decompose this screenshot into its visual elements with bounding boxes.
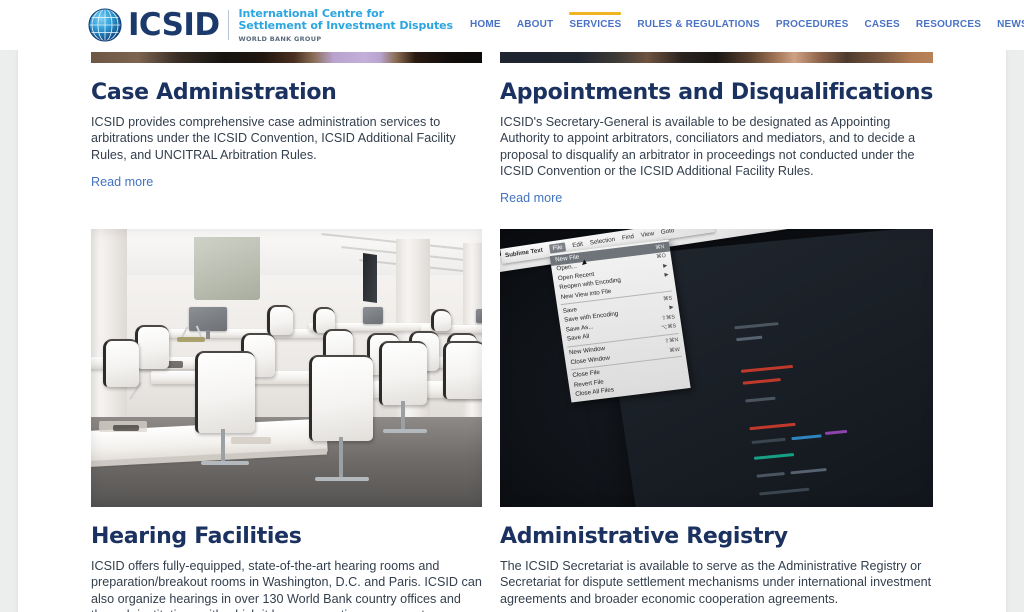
logo-divider [228,10,230,40]
globe-icon [85,5,125,45]
wall-display [363,253,377,304]
tagline-worldbank: WORLD BANK GROUP [238,34,322,43]
card-description: ICSID's Secretary-General is available t… [499,115,916,178]
card-description: ICSID provides comprehensive case admini… [91,115,456,162]
tagline-line-2: Settlement of Investment Disputes [238,19,453,32]
menubar-item-view[interactable]: View [640,230,654,239]
page-root: ICSID International Centre for Settlemen… [0,0,1024,612]
logo-tagline: International Centre for Settlement of I… [238,5,453,45]
nav-item-cases[interactable]: CASES [856,0,907,50]
nav-item-about[interactable]: ABOUT [509,0,562,50]
menubar-item-selection[interactable]: Selection [589,236,615,247]
card-title: Administrative Registry [499,524,788,550]
nav-item-services[interactable]: SERVICES [561,0,629,50]
editor-code-area [726,292,933,508]
nav-item-news-events[interactable]: NEWS & EVENTS [989,0,1024,50]
card-title: Hearing Facilities [91,524,302,550]
card-image-strip [499,52,933,63]
logo-wordmark: ICSID [128,7,220,43]
code-editor-photo[interactable]: Sublime Text File Edit Selection Find Vi… [499,229,933,508]
nav-item-rules-regulations[interactable]: RULES & REGULATIONS [629,0,768,50]
menubar-app-name: Sublime Text [504,246,544,260]
read-more-link[interactable]: Read more [91,174,153,190]
service-card-administrative-registry: Sublime Text File Edit Selection Find Vi… [499,229,933,612]
projection-screen [194,237,260,301]
nav-item-procedures[interactable]: PROCEDURES [768,0,857,50]
read-more-link[interactable]: Read more [500,190,562,206]
card-description: The ICSID Secretariat is available to se… [499,559,932,606]
card-title: Case Administration [91,80,337,105]
file-menu-dropdown: New File ⌘N Open... ⌘O Open Recent ▶ Reo… [549,239,691,403]
menubar-item-edit[interactable]: Edit [572,241,584,250]
menubar-item-find[interactable]: Find [621,233,634,242]
site-logo[interactable]: ICSID International Centre for Settlemen… [85,5,453,45]
hearing-room-photo[interactable] [91,229,482,508]
nav-item-home[interactable]: HOME [462,0,509,50]
site-header: ICSID International Centre for Settlemen… [0,0,1024,50]
service-card-appointments-disqualifications: Appointments and Disqualifications ICSID… [499,50,933,207]
main-navigation: HOME ABOUT SERVICES RULES & REGULATIONS … [462,0,1024,50]
nav-item-resources[interactable]: RESOURCES [908,0,989,50]
card-image-strip [91,52,482,63]
content-container: Case Administration ICSID provides compr… [18,50,1006,612]
service-card-case-administration: Case Administration ICSID provides compr… [91,50,482,207]
card-description: ICSID offers fully-equipped, state-of-th… [91,559,482,612]
services-grid: Case Administration ICSID provides compr… [18,50,1006,612]
menubar-item-goto[interactable]: Goto [660,229,674,236]
service-card-hearing-facilities: Hearing Facilities ICSID offers fully-eq… [91,229,482,612]
card-title: Appointments and Disqualifications [499,80,933,105]
